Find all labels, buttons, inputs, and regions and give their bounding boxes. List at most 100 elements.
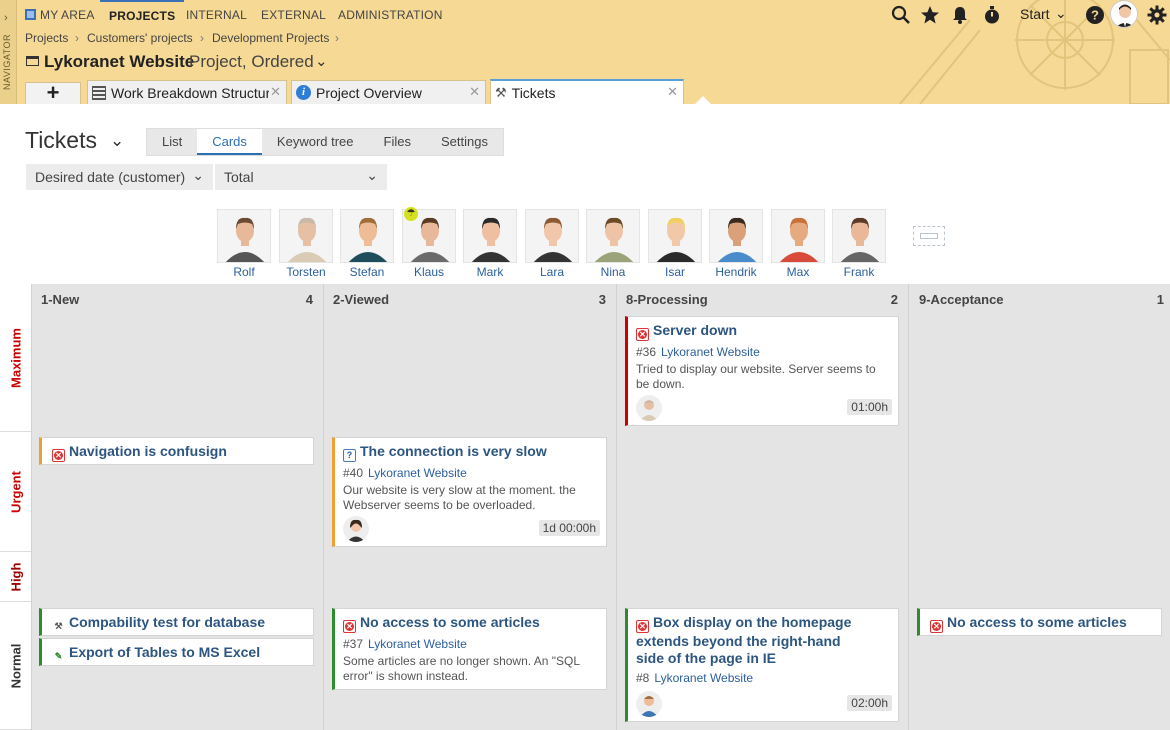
ticket-project-link[interactable]: Lykoranet Website [661,345,760,359]
person-filter-torsten[interactable]: Torsten [279,209,333,279]
tab-pointer [695,96,711,104]
question-status-icon: ? [343,449,356,462]
view-list[interactable]: List [147,129,197,155]
close-icon[interactable]: ✕ [270,84,281,100]
project-name: Lykoranet Website [44,52,195,71]
tab-work-breakdown[interactable]: Work Breakdown Structure ✕ [87,80,287,104]
view-files[interactable]: Files [369,129,426,155]
title-chevron-down-icon[interactable]: ⌄ [110,131,124,151]
menu-external[interactable]: EXTERNAL [261,0,326,30]
person-name: Hendrik [715,265,757,279]
ticket-card[interactable]: ✕ No access to some articles #37 Lykoranet… [332,608,607,690]
view-cards[interactable]: Cards [197,129,262,155]
help-icon[interactable]: ? [1083,3,1107,27]
person-filter-mark[interactable]: Mark [463,209,517,279]
ticket-time: 02:00h [847,695,892,711]
breadcrumb-separator: › [75,31,79,45]
close-icon[interactable]: ✕ [667,84,678,100]
project-menu-chevron-icon[interactable]: ⌄ [315,52,328,70]
person-filter-frank[interactable]: Frank [832,209,886,279]
person-name: Torsten [286,265,326,279]
chevron-down-icon: ⌄ [192,167,204,183]
menu-my-area[interactable]: MY AREA [40,0,95,30]
ticket-card[interactable]: ✎ Export of Tables to MS Excel [39,638,314,666]
chevron-down-icon: ⌄ [366,167,378,183]
person-filter-nina[interactable]: Nina [586,209,640,279]
scope-select[interactable]: Total ⌄ [215,164,387,190]
ticket-title: Compability test for database [69,614,266,630]
ticket-project-link[interactable]: Lykoranet Website [368,637,467,651]
error-status-icon: ✕ [636,328,649,341]
ticket-time: 1d 00:00h [538,520,600,536]
breadcrumb-item[interactable]: Development Projects [212,31,329,45]
ticket-id: #8 [636,671,650,685]
person-name: Mark [476,265,504,279]
star-icon[interactable] [918,3,942,27]
person-filter-max[interactable]: Max [771,209,825,279]
person-photo [279,209,333,263]
person-filter-hendrik[interactable]: Hendrik [709,209,763,279]
person-filter-stefan[interactable]: Stefan [340,209,394,279]
person-name: Nina [600,265,626,279]
folder-icon [26,56,39,66]
ticket-card[interactable]: ? The connection is very slow #40 Lykorane… [332,437,607,547]
view-settings[interactable]: Settings [426,129,503,155]
tab-label: Work Breakdown Structure [111,84,269,101]
person-filter-isar[interactable]: Isar [648,209,702,279]
ticket-description: Tried to display our website. Server see… [636,362,876,391]
stopwatch-icon[interactable] [980,3,1004,27]
tab-project-overview[interactable]: i Project Overview ✕ [291,80,486,104]
menu-internal[interactable]: INTERNAL [186,0,247,30]
expand-icon[interactable] [913,226,945,246]
page-title: Tickets [25,127,97,153]
vacation-icon: ☂ [404,207,418,221]
column-acceptance: 9-Acceptance 1 [908,284,1170,730]
project-status: Project, Ordered [189,52,314,71]
person-name: Lara [539,265,565,279]
search-icon[interactable] [889,3,913,27]
ticket-title: Server down [653,322,738,338]
person-filter-lara[interactable]: Lara [525,209,579,279]
view-keyword-tree[interactable]: Keyword tree [262,129,369,155]
chevron-down-icon[interactable]: ⌄ [1055,5,1067,22]
column-count: 3 [598,292,606,307]
close-icon[interactable]: ✕ [469,84,480,100]
ticket-card[interactable]: ⚒ Compability test for database [39,608,314,636]
error-status-icon: ✕ [930,620,943,633]
row-normal: Normal [0,602,31,730]
column-title: 1-New [41,292,80,307]
ticket-project-link[interactable]: Lykoranet Website [368,466,467,480]
gear-icon[interactable] [1145,3,1169,27]
tools-icon: ⚒ [495,84,507,100]
priority-label: High [8,562,23,591]
breadcrumb-item[interactable]: Projects [25,31,68,45]
navigator-strip[interactable]: › NAVIGATOR [0,0,17,104]
ticket-card[interactable]: ✕ No access to some articles [917,608,1162,636]
ticket-card[interactable]: ✕ Box display on the homepage extends bey… [625,608,899,722]
menu-administration[interactable]: ADMINISTRATION [338,0,443,30]
ticket-time: 01:00h [847,399,892,415]
person-photo [525,209,579,263]
start-menu-label[interactable]: Start [1020,6,1050,22]
ticket-id: #37 [343,637,364,651]
person-filter-rolf[interactable]: Rolf [217,209,271,279]
column-title: 9-Acceptance [919,292,1004,307]
tab-tickets[interactable]: ⚒ Tickets ✕ [490,79,684,104]
column-count: 4 [305,292,313,307]
person-photo [340,209,394,263]
menu-projects[interactable]: PROJECTS [100,0,185,30]
column-title: 2-Viewed [333,292,390,307]
sort-select[interactable]: Desired date (customer) ⌄ [26,164,213,190]
ticket-card[interactable]: ✕ Navigation is confusign [39,437,314,465]
ticket-title: Export of Tables to MS Excel [69,644,261,660]
row-maximum: Maximum [0,284,31,432]
bell-icon[interactable] [948,3,972,27]
add-tab-button[interactable]: + [25,82,81,104]
error-status-icon: ✕ [636,620,649,633]
breadcrumb-item[interactable]: Customers' projects [87,31,193,45]
person-photo [832,209,886,263]
person-photo [217,209,271,263]
ticket-card[interactable]: ✕ Server down #36 Lykoranet Website Tried … [625,316,899,426]
ticket-project-link[interactable]: Lykoranet Website [654,671,753,685]
user-avatar[interactable] [1110,0,1138,28]
